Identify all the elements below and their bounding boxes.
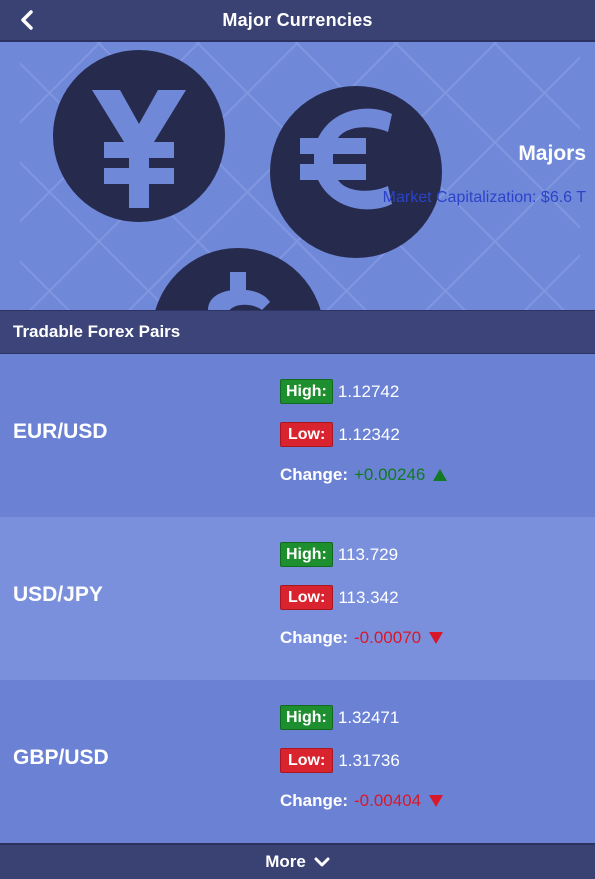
low-badge: Low: <box>280 748 334 773</box>
chevron-down-icon <box>314 856 330 868</box>
high-badge: High: <box>280 542 333 567</box>
hero-banner: Majors Market Capitalization: $6.6 T <box>0 42 595 310</box>
high-row: High: 1.12742 <box>280 379 399 404</box>
hero-illustration <box>0 42 595 310</box>
arrow-down-icon <box>429 795 444 807</box>
euro-coin-icon <box>270 86 442 258</box>
low-value: 113.342 <box>338 587 399 607</box>
arrow-down-icon <box>429 632 444 644</box>
high-row: High: 1.32471 <box>280 705 399 730</box>
low-badge: Low: <box>280 422 334 447</box>
chevron-left-icon <box>21 10 33 30</box>
change-label: Change: <box>280 465 348 484</box>
low-row: Low: 113.342 <box>280 585 399 610</box>
more-button[interactable]: More <box>0 843 595 879</box>
page-title: Major Currencies <box>222 9 373 30</box>
high-value: 1.12742 <box>337 381 400 401</box>
high-badge: High: <box>280 379 333 404</box>
yen-coin-icon <box>53 50 225 222</box>
pair-name: GBP/USD <box>13 746 109 769</box>
forex-pair-eur-usd[interactable]: EUR/USD High: 1.12742 Low: 1.12342 Chang… <box>0 354 595 517</box>
high-value: 113.729 <box>337 544 399 564</box>
low-value: 1.12342 <box>338 424 400 444</box>
high-value: 1.32471 <box>337 707 400 727</box>
change-row: Change: +0.00246 <box>280 465 448 485</box>
change-label: Change: <box>280 628 348 647</box>
market-cap-text: Market Capitalization: $6.6 T <box>382 189 586 206</box>
change-value: +0.00246 <box>354 465 426 484</box>
low-badge: Low: <box>280 585 334 610</box>
change-row: Change: -0.00070 <box>280 628 444 648</box>
forex-pair-gbp-usd[interactable]: GBP/USD High: 1.32471 Low: 1.31736 Chang… <box>0 680 595 843</box>
pair-name: USD/JPY <box>13 583 103 606</box>
low-row: Low: 1.12342 <box>280 422 400 447</box>
change-row: Change: -0.00404 <box>280 791 444 811</box>
top-header: Major Currencies <box>0 0 595 42</box>
change-value: -0.00070 <box>354 628 422 647</box>
more-label: More <box>265 852 306 871</box>
back-button[interactable] <box>14 7 40 33</box>
change-label: Change: <box>280 791 348 810</box>
pair-name: EUR/USD <box>13 420 108 443</box>
low-row: Low: 1.31736 <box>280 748 400 773</box>
change-value: -0.00404 <box>354 791 422 810</box>
high-row: High: 113.729 <box>280 542 398 567</box>
section-header: Tradable Forex Pairs <box>0 310 595 354</box>
hero-title: Majors <box>518 142 586 165</box>
forex-pair-usd-jpy[interactable]: USD/JPY High: 113.729 Low: 113.342 Chang… <box>0 517 595 680</box>
arrow-up-icon <box>433 469 448 481</box>
low-value: 1.31736 <box>338 750 400 770</box>
high-badge: High: <box>280 705 333 730</box>
